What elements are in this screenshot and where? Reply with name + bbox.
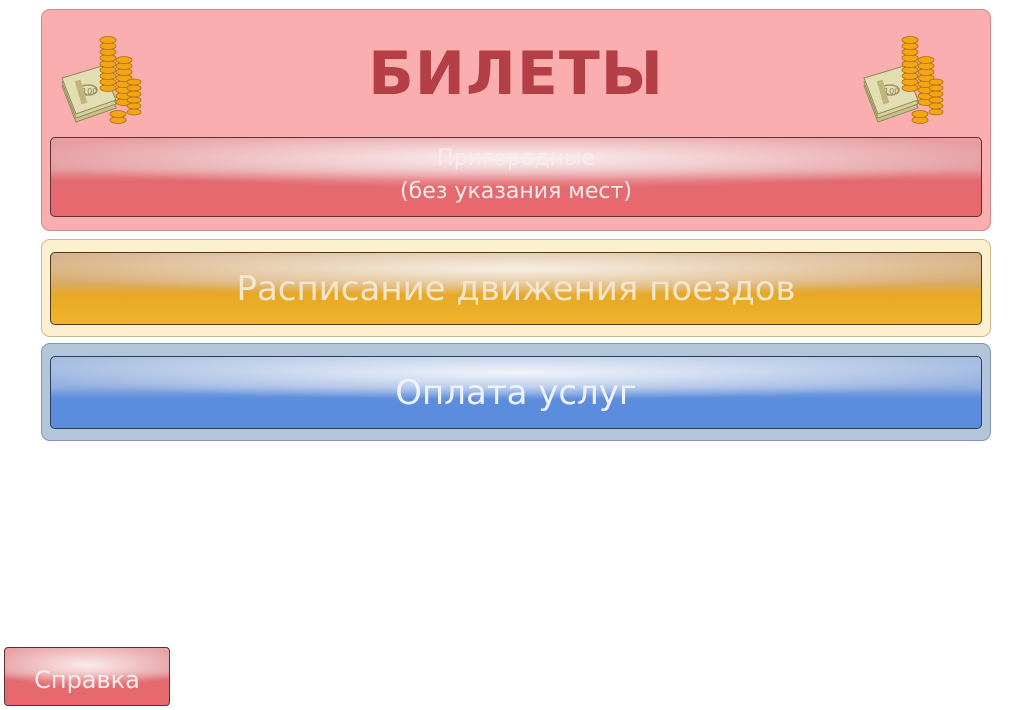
tickets-panel: 100 БИЛЕТЫ 100 Пригородные (без указания… <box>41 9 991 231</box>
suburban-tickets-sublabel: (без указания мест) <box>400 179 632 204</box>
payment-panel: Оплата услуг <box>41 343 991 441</box>
suburban-tickets-label: Пригородные <box>437 146 595 171</box>
pay-services-button[interactable]: Оплата услуг <box>50 356 982 429</box>
money-icon: 100 <box>863 36 944 124</box>
train-schedule-label: Расписание движения поездов <box>236 268 796 309</box>
help-button[interactable]: Справка <box>4 647 170 706</box>
help-label: Справка <box>34 665 140 694</box>
pay-services-label: Оплата услуг <box>395 372 637 413</box>
schedule-panel: Расписание движения поездов <box>41 239 991 337</box>
kiosk-main-menu: 100 БИЛЕТЫ 100 Пригородные (без указания… <box>0 0 1032 710</box>
train-schedule-button[interactable]: Расписание движения поездов <box>50 252 982 325</box>
suburban-tickets-button[interactable]: Пригородные (без указания мест) <box>50 137 982 217</box>
page-title: БИЛЕТЫ <box>368 39 664 109</box>
